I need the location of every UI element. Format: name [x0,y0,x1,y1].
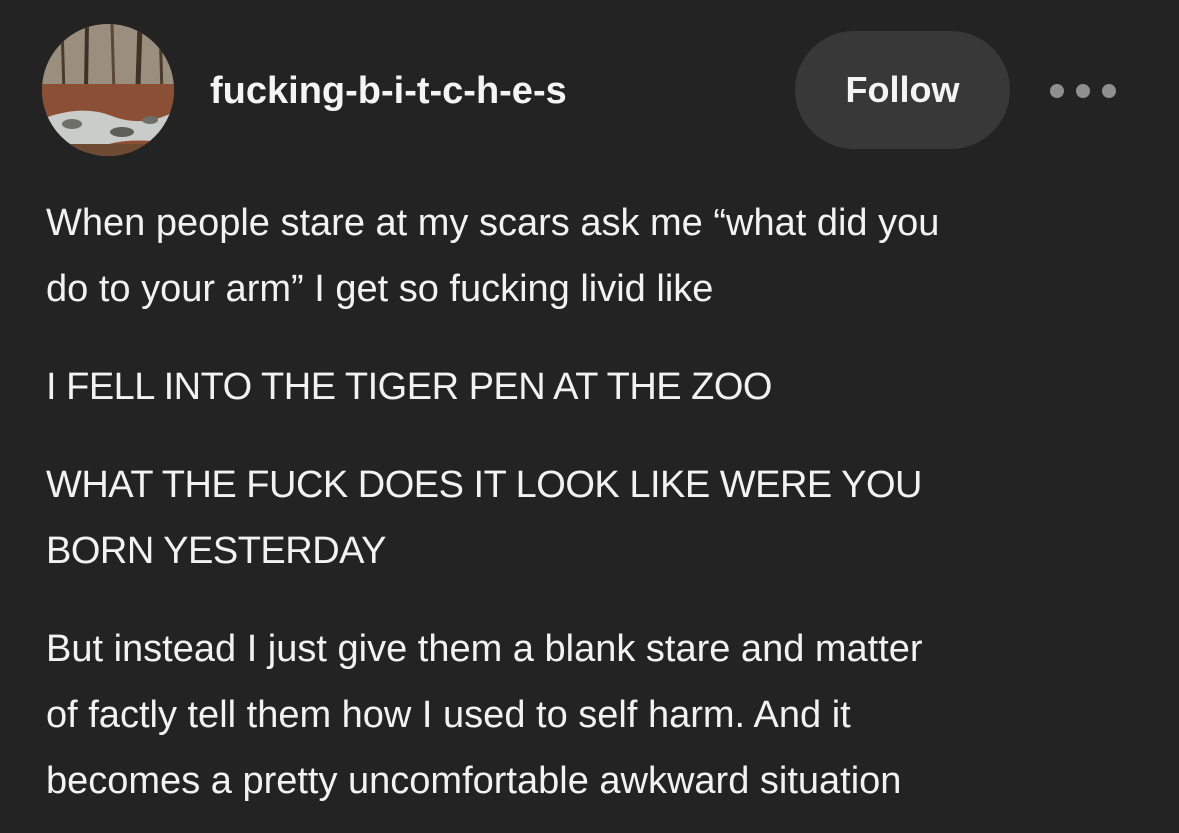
avatar[interactable] [42,24,174,156]
ellipsis-icon [1050,84,1064,98]
more-options-button[interactable] [1050,74,1116,108]
post-paragraph: I FELL INTO THE TIGER PEN AT THE ZOO [46,366,773,408]
post-paragraph: WHAT THE FUCK DOES IT LOOK LIKE WERE YOU… [46,464,923,572]
post-header: fucking-b-i-t-c-h-e-s Follow [0,0,1179,180]
ellipsis-icon [1102,84,1116,98]
author-username[interactable]: fucking-b-i-t-c-h-e-s [210,68,567,114]
ellipsis-icon [1076,84,1090,98]
post-paragraph: When people stare at my scars ask me “wh… [46,202,940,310]
follow-button[interactable]: Follow [795,31,1010,149]
post-paragraph: But instead I just give them a blank sta… [46,628,923,802]
forest-stream-avatar-icon [42,24,174,156]
post-body: When people stare at my scars ask me “wh… [46,190,1146,814]
